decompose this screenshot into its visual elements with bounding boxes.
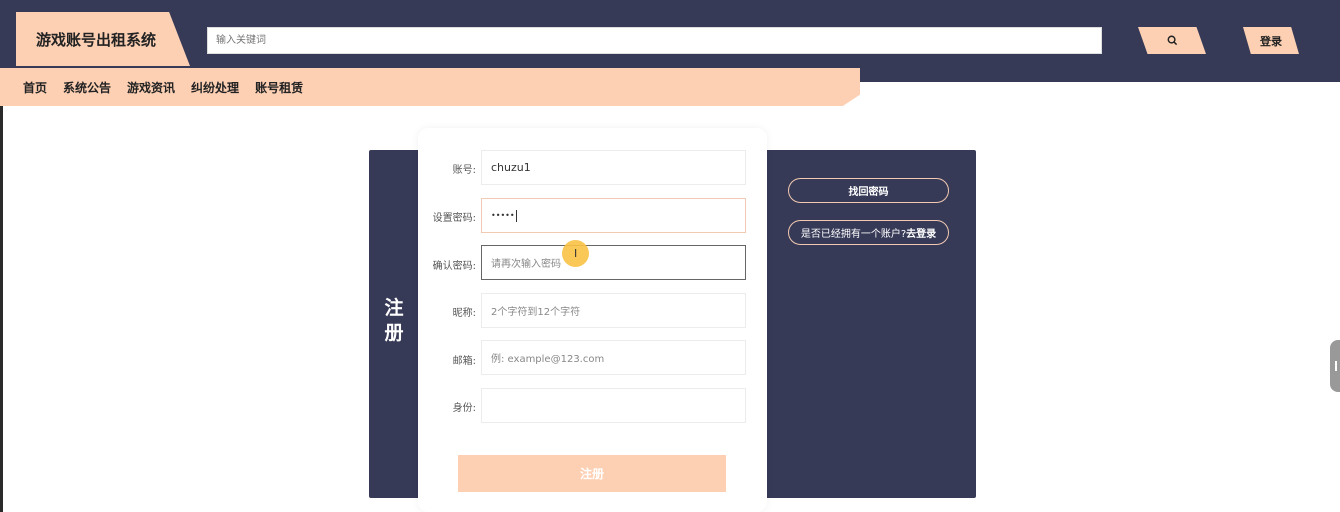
recover-password-text: 找回密码 bbox=[848, 187, 889, 198]
identity-label: 身份: bbox=[452, 403, 476, 414]
register-submit-button[interactable]: 注册 bbox=[458, 455, 726, 492]
email-label: 邮箱: bbox=[452, 356, 476, 367]
email-field[interactable]: 例: example@123.com bbox=[481, 340, 746, 375]
recover-password-link[interactable]: 找回密码 bbox=[788, 178, 949, 203]
confirm-password-label: 确认密码: bbox=[432, 261, 476, 272]
username-field[interactable]: chuzu1 bbox=[481, 150, 746, 185]
register-title: 注册 bbox=[380, 296, 408, 346]
go-login-text: 去登录 bbox=[906, 229, 937, 240]
side-drawer-handle[interactable] bbox=[1330, 340, 1340, 392]
search-input[interactable] bbox=[207, 27, 1102, 54]
nav-item-announcements[interactable]: 系统公告 bbox=[63, 79, 111, 96]
password-label: 设置密码: bbox=[432, 213, 476, 224]
site-brand[interactable]: 游戏账号出租系统 bbox=[16, 12, 190, 66]
has-account-text: 是否已经拥有一个账户? bbox=[800, 229, 907, 240]
search-icon bbox=[1167, 35, 1177, 46]
go-login-link[interactable]: 是否已经拥有一个账户? 去登录 bbox=[788, 220, 949, 245]
login-button[interactable]: 登录 bbox=[1243, 27, 1299, 54]
nickname-field[interactable]: 2个字符到12个字符 bbox=[481, 293, 746, 328]
password-field[interactable]: ••••• bbox=[481, 198, 746, 233]
confirm-password-field[interactable]: 请再次输入密码 bbox=[481, 245, 746, 280]
search-button[interactable] bbox=[1138, 27, 1206, 54]
ibeam-cursor-icon: I bbox=[574, 247, 578, 260]
nav-item-account-rental[interactable]: 账号租赁 bbox=[255, 79, 303, 96]
register-title-text: 注册 bbox=[384, 297, 404, 344]
nav-item-game-news[interactable]: 游戏资讯 bbox=[127, 79, 175, 96]
text-caret bbox=[515, 209, 517, 222]
nav-item-home[interactable]: 首页 bbox=[23, 79, 47, 96]
username-label: 账号: bbox=[452, 165, 476, 176]
nickname-label: 昵称: bbox=[452, 308, 476, 319]
identity-field[interactable] bbox=[481, 388, 746, 423]
nav-item-disputes[interactable]: 纠纷处理 bbox=[191, 79, 239, 96]
main-nav: 首页 系统公告 游戏资讯 纠纷处理 账号租赁 bbox=[0, 68, 860, 106]
password-value: ••••• bbox=[491, 211, 515, 220]
